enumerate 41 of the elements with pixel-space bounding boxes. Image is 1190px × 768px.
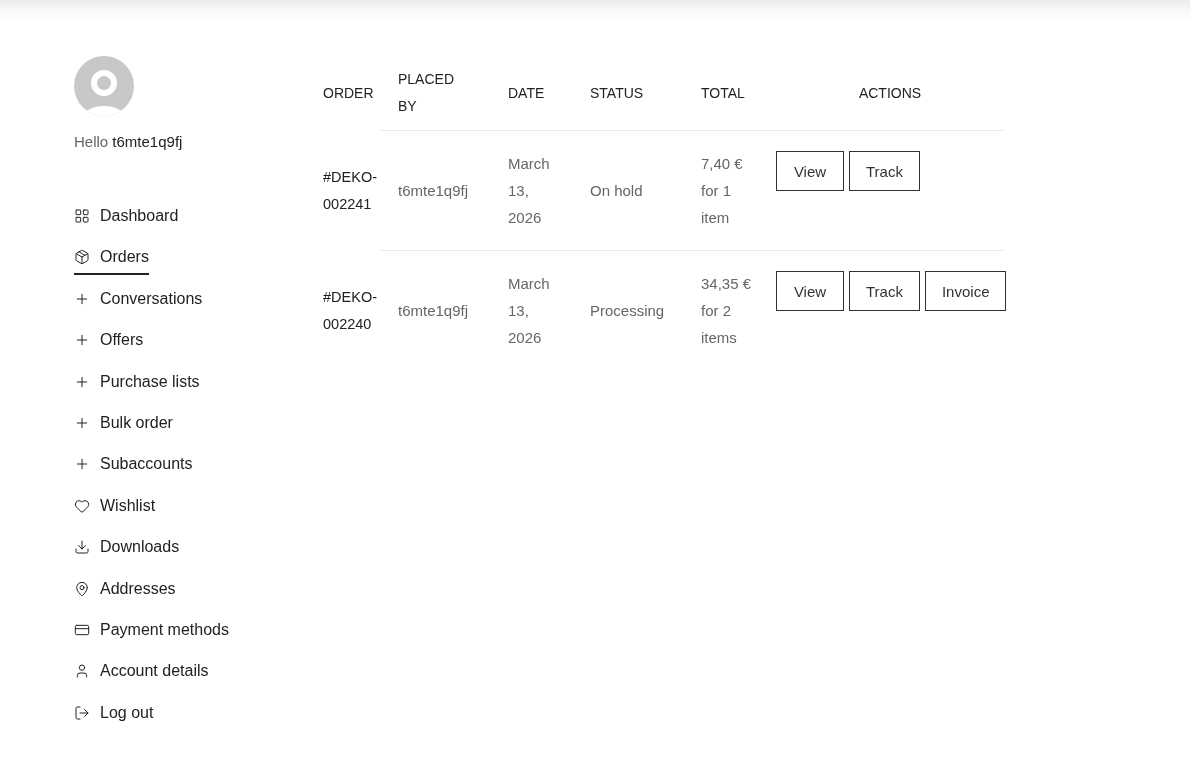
nav-link[interactable]: Payment methods [74,617,229,648]
nav-link[interactable]: Offers [74,328,144,359]
column-header: STATUS [590,83,644,103]
nav-link[interactable]: Wishlist [74,493,156,524]
person-icon [74,663,90,680]
nav-link[interactable]: Purchase lists [74,369,200,400]
date-cell: March 13, 2026 [508,130,590,250]
nav-link[interactable]: Subaccounts [74,452,193,483]
column-header: TOTAL [701,83,745,103]
nav-link[interactable]: Bulk order [74,410,173,441]
nav-link[interactable]: Downloads [74,535,180,566]
status-cell: On hold [590,130,701,250]
nav-link[interactable]: Orders [74,245,149,276]
column-header: DATE [508,83,545,103]
action-button[interactable]: Invoice [924,271,1007,311]
nav-link[interactable]: Log out [74,700,154,731]
column-header: ACTIONS [858,83,922,103]
nav-link[interactable]: Addresses [74,576,176,607]
download-icon [74,539,90,556]
column-header: ORDER [323,83,374,103]
action-button[interactable]: Track [849,151,920,191]
greeting-text: Hello t6mte1q9fj [74,132,183,152]
status-cell: Processing [590,250,701,370]
action-button[interactable]: Track [849,271,920,311]
date-cell: March 13, 2026 [508,250,590,370]
map-pin-icon [74,580,90,597]
order-number-cell-text: #DEKO-002240 [323,287,378,334]
action-button[interactable]: View [776,271,844,311]
action-button[interactable]: View [776,151,844,191]
column-header: PLACED BY [398,70,456,116]
avatar-icon [74,56,134,116]
placed-by-cell: t6mte1q9fj [379,130,508,250]
order-number-cell-text: #DEKO-002241 [323,167,378,214]
nav-link[interactable]: Conversations [74,286,203,317]
box-icon [74,249,90,266]
grid-icon [74,208,90,224]
logout-icon [74,704,90,721]
nav-link[interactable]: Dashboard [74,204,179,234]
nav-link[interactable]: Account details [74,659,209,690]
heart-icon [74,497,90,514]
placed-by-cell: t6mte1q9fj [379,250,508,370]
